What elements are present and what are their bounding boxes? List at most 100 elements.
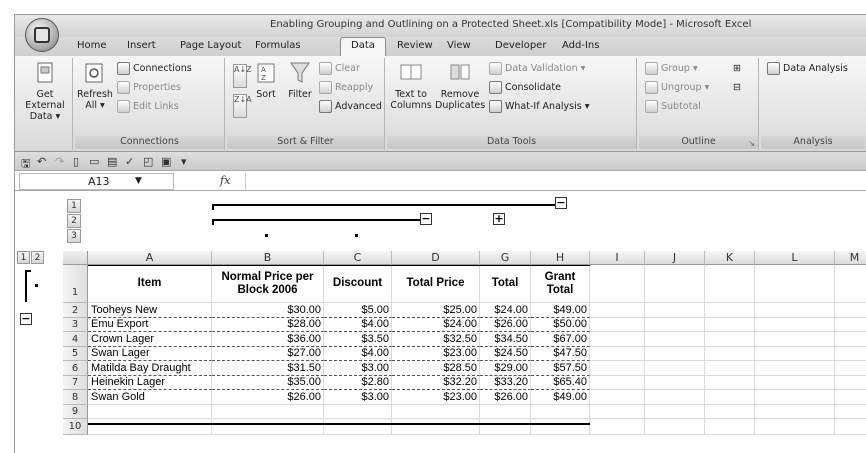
collapse-rows-button[interactable]: − — [20, 313, 32, 325]
spelling-icon[interactable]: ✓ — [125, 155, 134, 168]
row-outline-level-1[interactable]: 1 — [17, 251, 30, 264]
empty-cell[interactable] — [755, 347, 835, 361]
empty-cell[interactable] — [590, 332, 645, 347]
properties-button[interactable]: Properties — [117, 80, 181, 95]
value-cell[interactable]: $2.80 — [324, 376, 392, 390]
remove-duplicates-button[interactable]: Remove Duplicates — [435, 60, 485, 111]
value-cell[interactable]: $49.00 — [531, 303, 590, 318]
empty-cell[interactable] — [88, 419, 212, 435]
item-cell[interactable]: Swan Gold — [88, 390, 212, 405]
item-cell[interactable]: Crown Lager — [88, 332, 212, 347]
empty-cell[interactable] — [705, 405, 755, 419]
reapply-button[interactable]: Reapply — [319, 80, 373, 95]
print-preview-icon[interactable]: ▤ — [107, 155, 117, 168]
column-header-c[interactable]: C — [324, 251, 392, 265]
column-outline-level-3[interactable]: 3 — [67, 229, 81, 243]
value-cell[interactable]: $4.00 — [324, 318, 392, 332]
tab-data[interactable]: Data — [340, 37, 386, 57]
empty-cell[interactable] — [324, 419, 392, 435]
sort-ascending-button[interactable]: A↓Z — [233, 64, 252, 88]
value-cell[interactable]: $3.00 — [324, 361, 392, 376]
value-cell[interactable]: $50.00 — [531, 318, 590, 332]
new-icon[interactable]: ▯ — [73, 155, 79, 168]
value-cell[interactable]: $27.00 — [212, 347, 324, 361]
empty-cell[interactable] — [835, 265, 866, 303]
redo-icon[interactable]: ↷ — [55, 155, 64, 168]
empty-cell[interactable] — [835, 332, 866, 347]
empty-cell[interactable] — [480, 419, 531, 435]
empty-cell[interactable] — [755, 265, 835, 303]
value-cell[interactable]: $26.00 — [480, 390, 531, 405]
column-header-j[interactable]: J — [645, 251, 705, 265]
value-cell[interactable]: $57.50 — [531, 361, 590, 376]
value-cell[interactable]: $47.50 — [531, 347, 590, 361]
group-button[interactable]: Group ▾ — [645, 61, 698, 76]
clear-filter-button[interactable]: Clear — [319, 61, 360, 76]
connections-button[interactable]: Connections — [117, 61, 192, 76]
sort-button[interactable]: AZ Sort — [251, 60, 281, 100]
empty-cell[interactable] — [645, 347, 705, 361]
empty-cell[interactable] — [645, 405, 705, 419]
empty-cell[interactable] — [705, 419, 755, 435]
value-cell[interactable]: $65.40 — [531, 376, 590, 390]
value-cell[interactable]: $26.00 — [480, 318, 531, 332]
empty-cell[interactable] — [392, 405, 480, 419]
column-outline-level-2[interactable]: 2 — [67, 214, 81, 228]
expand-columns-button[interactable]: + — [493, 213, 505, 225]
empty-cell[interactable] — [212, 405, 324, 419]
name-box[interactable]: A13 ▼ — [19, 173, 174, 190]
empty-cell[interactable] — [590, 419, 645, 435]
value-cell[interactable]: $5.00 — [324, 303, 392, 318]
empty-cell[interactable] — [705, 361, 755, 376]
undo-icon[interactable]: ↶ — [37, 155, 46, 168]
row-header-8[interactable]: 8 — [63, 390, 88, 405]
empty-cell[interactable] — [705, 303, 755, 318]
empty-cell[interactable] — [835, 419, 866, 435]
sort-descending-button[interactable]: Z↓A — [233, 94, 252, 118]
empty-cell[interactable] — [705, 332, 755, 347]
item-cell[interactable]: Tooheys New — [88, 303, 212, 318]
collapse-columns-button[interactable]: − — [555, 197, 567, 209]
empty-cell[interactable] — [392, 419, 480, 435]
text-to-columns-button[interactable]: Text to Columns — [389, 60, 433, 111]
value-cell[interactable]: $4.00 — [324, 347, 392, 361]
table-header-cell[interactable]: Item — [88, 265, 212, 303]
item-cell[interactable]: Emu Export — [88, 318, 212, 332]
value-cell[interactable]: $24.00 — [480, 303, 531, 318]
row-outline-level-2[interactable]: 2 — [31, 251, 44, 264]
empty-cell[interactable] — [755, 332, 835, 347]
empty-cell[interactable] — [755, 390, 835, 405]
outline-dialog-launcher-icon[interactable]: ↘ — [748, 139, 755, 148]
column-header-m[interactable]: M — [835, 251, 866, 265]
value-cell[interactable]: $3.50 — [324, 332, 392, 347]
refresh-all-button[interactable]: Refresh All ▾ — [77, 60, 113, 111]
empty-cell[interactable] — [645, 303, 705, 318]
data-analysis-button[interactable]: Data Analysis — [767, 61, 848, 76]
empty-cell[interactable] — [531, 405, 590, 419]
empty-cell[interactable] — [590, 318, 645, 332]
empty-cell[interactable] — [755, 303, 835, 318]
table-header-cell[interactable]: Total Price — [392, 265, 480, 303]
customize-qat-icon[interactable]: ▾ — [181, 155, 187, 168]
row-header-9[interactable]: 9 — [63, 405, 88, 419]
empty-cell[interactable] — [755, 318, 835, 332]
empty-cell[interactable] — [705, 390, 755, 405]
row-header-2[interactable]: 2 — [63, 303, 88, 318]
empty-cell[interactable] — [705, 318, 755, 332]
tab-view[interactable]: View — [447, 40, 471, 51]
get-external-data-button[interactable]: Get External Data ▾ — [18, 60, 72, 122]
empty-cell[interactable] — [531, 419, 590, 435]
tab-home[interactable]: Home — [77, 40, 107, 51]
column-header-d[interactable]: D — [392, 251, 480, 265]
empty-cell[interactable] — [324, 405, 392, 419]
data-validation-button[interactable]: Data Validation ▾ — [489, 61, 585, 76]
column-header-i[interactable]: I — [590, 251, 645, 265]
formula-input[interactable] — [245, 173, 866, 190]
item-cell[interactable]: Heinekin Lager — [88, 376, 212, 390]
empty-cell[interactable] — [705, 347, 755, 361]
tab-insert[interactable]: Insert — [127, 40, 156, 51]
row-header-6[interactable]: 6 — [63, 361, 88, 376]
empty-cell[interactable] — [645, 265, 705, 303]
value-cell[interactable]: $49.00 — [531, 390, 590, 405]
empty-cell[interactable] — [835, 405, 866, 419]
